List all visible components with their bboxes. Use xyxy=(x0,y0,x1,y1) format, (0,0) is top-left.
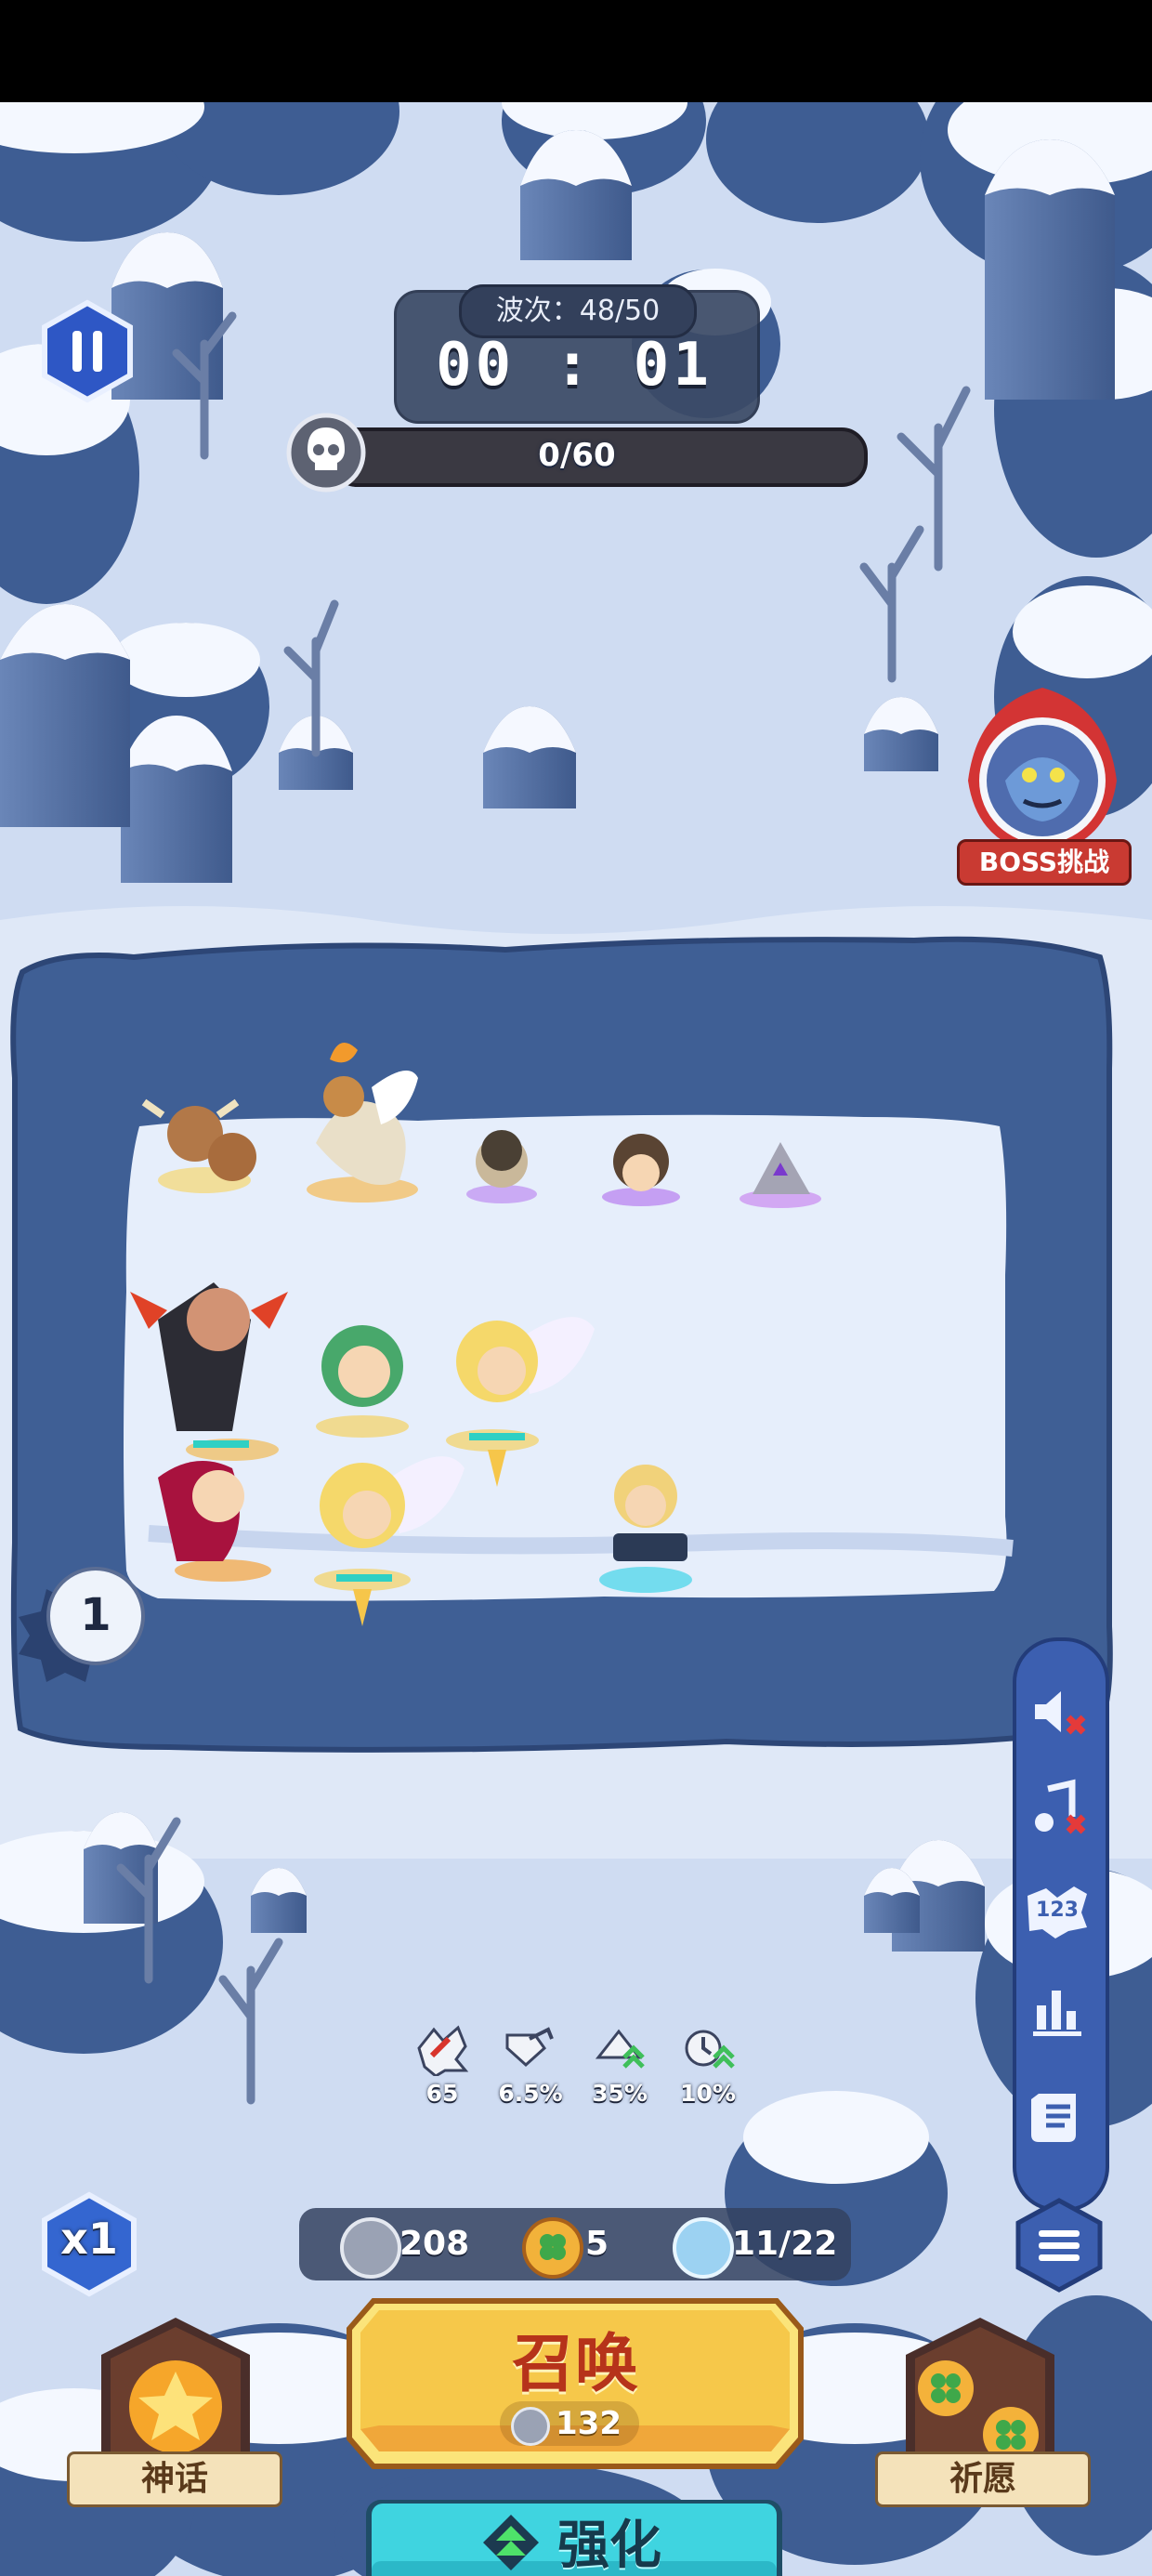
stats-chart-icon[interactable] xyxy=(1018,1970,1096,2048)
speed-label: x1 xyxy=(60,2214,118,2264)
silver-amount: 208 xyxy=(399,2225,470,2263)
silver-coin-icon xyxy=(511,2407,550,2446)
cooldown-icon xyxy=(685,2030,735,2069)
griffin-unit xyxy=(307,1043,418,1203)
crit-icon xyxy=(505,2027,554,2068)
stat-crit-value: 6.5% xyxy=(498,2080,563,2107)
stat-attack-speed-value: 35% xyxy=(592,2080,648,2107)
kill-progress-text: 0/60 xyxy=(538,437,616,474)
clover-amount: 5 xyxy=(585,2225,609,2263)
bard-unit xyxy=(602,1134,680,1206)
gunner-unit xyxy=(599,1465,692,1593)
hamburger-icon xyxy=(1015,2198,1103,2293)
silver-coin-icon xyxy=(340,2217,401,2279)
stat-attack-value: 65 xyxy=(425,2080,459,2107)
medusa-unit xyxy=(316,1325,409,1438)
menu-button[interactable] xyxy=(1013,2197,1106,2293)
boss-portrait-icon xyxy=(968,688,1117,855)
angel-unit-1 xyxy=(446,1317,595,1487)
pause-button[interactable] xyxy=(39,299,136,403)
speed-toggle-button[interactable]: x1 xyxy=(39,2191,139,2297)
stat-attack: 65 xyxy=(405,2020,479,2107)
unit-count-icon xyxy=(673,2217,734,2279)
angel-unit-2 xyxy=(314,1456,465,1626)
svg-text:123: 123 xyxy=(1036,1899,1079,1922)
upgrade-label: 强化 xyxy=(557,2516,661,2576)
summon-cost: 132 xyxy=(556,2405,622,2442)
music-muted-icon[interactable] xyxy=(1018,1770,1096,1848)
stat-cooldown: 10% xyxy=(671,2020,745,2107)
myth-label: 神话 xyxy=(67,2451,282,2507)
stat-cooldown-value: 10% xyxy=(680,2080,736,2107)
sound-muted-icon[interactable] xyxy=(1018,1673,1096,1751)
crystal-rock-unit xyxy=(740,1142,821,1208)
game-stage: 波次：48/50 00 : 01 0/60 BOSS挑战 1 123 x1 65… xyxy=(0,102,1152,2576)
speed-up-icon xyxy=(595,2029,645,2069)
pause-icon xyxy=(42,299,133,403)
skull-icon xyxy=(284,411,368,494)
enemy-count-bubble: 1 xyxy=(46,1567,145,1665)
demon-warrior-unit xyxy=(130,1282,288,1461)
knight-unit xyxy=(466,1130,537,1203)
damage-numbers-icon[interactable]: 123 xyxy=(1018,1868,1096,1946)
unit-count: 11/22 xyxy=(732,2225,838,2263)
clover-coin-icon xyxy=(522,2217,583,2279)
summon-label: 召唤 xyxy=(511,2328,638,2401)
succubus-unit xyxy=(158,1461,271,1582)
stat-attack-speed: 35% xyxy=(583,2020,657,2107)
scroll-icon[interactable] xyxy=(1018,2077,1096,2155)
minotaur-unit xyxy=(141,1098,256,1193)
stat-crit: 6.5% xyxy=(493,2020,568,2107)
wave-timer: 00 : 01 xyxy=(436,331,713,400)
wish-label: 祈愿 xyxy=(875,2451,1091,2507)
boss-challenge-label: BOSS挑战 xyxy=(957,839,1132,886)
attack-icon xyxy=(417,2025,469,2078)
